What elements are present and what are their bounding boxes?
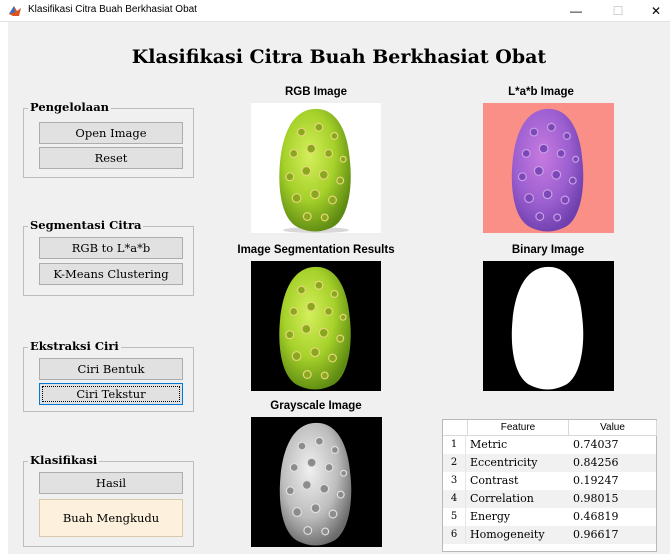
header-feature[interactable]: Feature (468, 420, 569, 436)
binary-image (483, 261, 614, 391)
table-row[interactable]: 1 Metric 0.74037 (443, 436, 656, 454)
header-value[interactable]: Value (569, 420, 657, 436)
value-cell[interactable]: 0.46819 (571, 508, 657, 526)
row-index: 4 (443, 490, 466, 508)
feature-cell[interactable]: Energy (468, 508, 566, 526)
rgb-to-lab-button[interactable]: RGB to L*a*b (39, 237, 183, 259)
value-cell[interactable]: 0.84256 (571, 454, 657, 472)
rgb-image (251, 103, 381, 233)
panel-title-ekstraksi: Ekstraksi Ciri (28, 339, 121, 353)
panel-ekstraksi-ciri: Ekstraksi Ciri Ciri Bentuk Ciri Tekstur (23, 339, 194, 412)
panel-segmentasi-citra: Segmentasi Citra RGB to L*a*b K-Means Cl… (23, 218, 194, 296)
lab-image-title: L*a*b Image (508, 86, 574, 98)
panel-title-segmentasi: Segmentasi Citra (28, 218, 144, 232)
value-cell[interactable]: 0.98015 (571, 490, 657, 508)
value-cell[interactable]: 0.74037 (571, 436, 657, 454)
rgb-image-title: RGB Image (285, 86, 347, 98)
feature-cell[interactable]: Metric (468, 436, 566, 454)
row-index: 3 (443, 472, 466, 490)
table-row[interactable]: 6 Homogeneity 0.96617 (443, 526, 656, 544)
row-index: 5 (443, 508, 466, 526)
table-row[interactable]: 3 Contrast 0.19247 (443, 472, 656, 490)
row-index: 1 (443, 436, 466, 454)
page-title: Klasifikasi Citra Buah Berkhasiat Obat (131, 46, 547, 68)
window-titlebar: Klasifikasi Citra Buah Berkhasiat Obat —… (0, 0, 670, 22)
table-header: Feature Value (443, 420, 657, 436)
reset-button[interactable]: Reset (39, 147, 183, 169)
feature-cell[interactable]: Eccentricity (468, 454, 566, 472)
classification-result: Buah Mengkudu (39, 499, 183, 537)
segmentation-image-title: Image Segmentation Results (237, 244, 395, 256)
close-button[interactable]: ✕ (636, 0, 670, 22)
segmentation-image (251, 261, 381, 391)
table-row[interactable]: 4 Correlation 0.98015 (443, 490, 656, 508)
binary-image-title: Binary Image (511, 244, 585, 256)
panel-title-klasifikasi: Klasifikasi (28, 453, 100, 467)
grayscale-image (251, 417, 382, 547)
row-index: 2 (443, 454, 466, 472)
maximize-button[interactable]: ☐ (598, 0, 638, 22)
row-index: 6 (443, 526, 466, 544)
kmeans-clustering-button[interactable]: K-Means Clustering (39, 263, 183, 285)
feature-cell[interactable]: Contrast (468, 472, 566, 490)
ciri-tekstur-button[interactable]: Ciri Tekstur (39, 383, 183, 405)
lab-image (483, 103, 614, 233)
value-cell[interactable]: 0.19247 (571, 472, 657, 490)
grayscale-image-title: Grayscale Image (270, 400, 362, 412)
window-title: Klasifikasi Citra Buah Berkhasiat Obat (28, 4, 197, 15)
panel-title-pengelolaan: Pengelolaan (28, 100, 112, 114)
table-row[interactable]: 5 Energy 0.46819 (443, 508, 656, 526)
value-cell[interactable]: 0.96617 (571, 526, 657, 544)
minimize-button[interactable]: — (556, 0, 596, 22)
figure-client-area: Klasifikasi Citra Buah Berkhasiat Obat P… (8, 22, 670, 554)
matlab-app-icon (8, 4, 22, 18)
hasil-button[interactable]: Hasil (39, 472, 183, 494)
open-image-button[interactable]: Open Image (39, 122, 183, 144)
panel-klasifikasi: Klasifikasi Hasil Buah Mengkudu (23, 453, 194, 547)
table-row[interactable]: 2 Eccentricity 0.84256 (443, 454, 656, 472)
panel-pengelolaan: Pengelolaan Open Image Reset (23, 100, 194, 178)
header-index-cell (443, 420, 468, 436)
feature-cell[interactable]: Homogeneity (468, 526, 566, 544)
feature-table[interactable]: Feature Value 1 Metric 0.74037 2 Eccentr… (442, 419, 657, 552)
feature-cell[interactable]: Correlation (468, 490, 566, 508)
ciri-bentuk-button[interactable]: Ciri Bentuk (39, 358, 183, 380)
